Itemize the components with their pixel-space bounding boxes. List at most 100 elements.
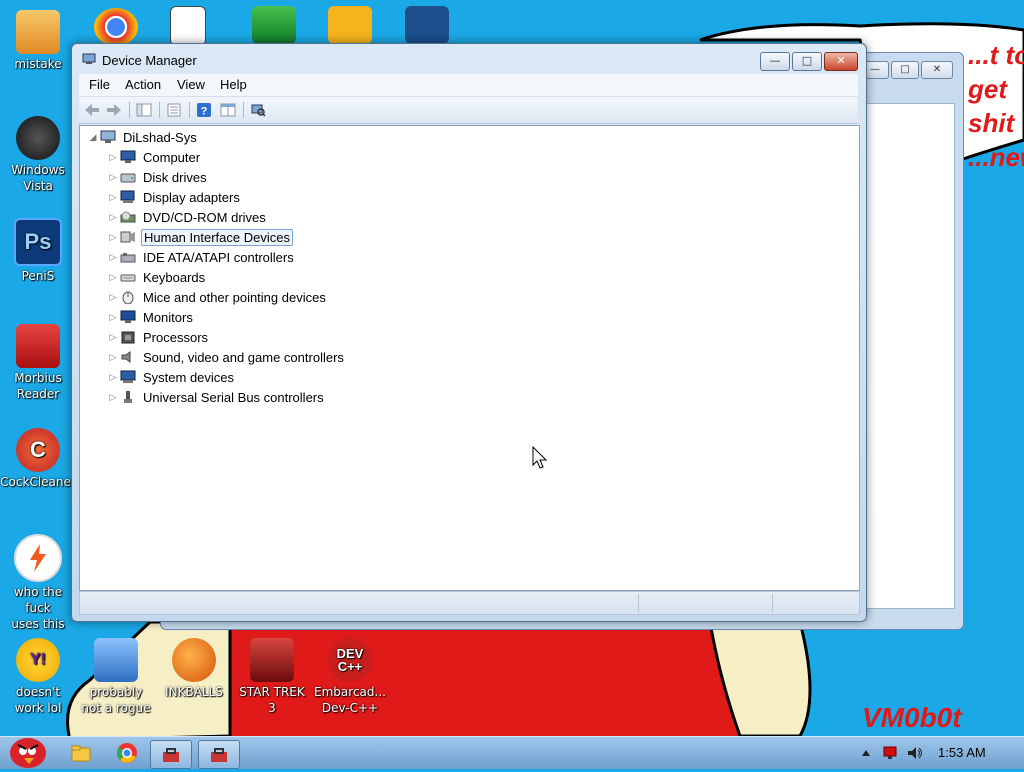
expand-arrow-icon[interactable]: ▷	[108, 272, 118, 283]
scan-hardware-icon[interactable]	[249, 101, 267, 119]
desktop-icon-label: Embarcad... Dev-C++	[314, 685, 386, 715]
expand-arrow-icon[interactable]: ▷	[108, 312, 118, 323]
tree-item[interactable]: ▷ IDE ATA/ATAPI controllers	[108, 248, 296, 266]
bg-maximize-button[interactable]: □	[891, 61, 919, 79]
expand-arrow-icon[interactable]: ▷	[108, 332, 118, 343]
bg-close-button[interactable]: ✕	[921, 61, 953, 79]
mouse-icon	[122, 291, 134, 304]
desktop-icon-probably-not-a-rogue[interactable]: probably not a rogue	[78, 638, 154, 716]
tree-item[interactable]: ▷ Keyboards	[108, 268, 207, 286]
tree-item-label: IDE ATA/ATAPI controllers	[143, 249, 294, 265]
volume-icon[interactable]	[906, 745, 924, 761]
desktop-icon-label: doesn't work lol	[14, 685, 62, 715]
toolbox-icon	[163, 747, 179, 762]
desktop-icon-morbius-reader[interactable]: Morbius Reader	[0, 324, 76, 402]
minimize-button[interactable]: —	[760, 52, 790, 71]
expand-arrow-icon[interactable]: ▷	[108, 352, 118, 363]
dev-cpp-icon: DEV C++	[328, 638, 372, 682]
taskbar-device-manager-1[interactable]	[150, 740, 192, 769]
desktop-icon-label: mistake	[14, 57, 62, 71]
forward-icon[interactable]	[105, 101, 123, 119]
cards-game-icon[interactable]	[170, 6, 206, 46]
desktop-icon-label: INKBALLS	[165, 685, 223, 699]
title-bar[interactable]: Device Manager — □ ✕	[72, 44, 866, 74]
tree-item[interactable]: ▷ Display adapters	[108, 188, 242, 206]
expand-arrow-icon[interactable]: ▷	[108, 152, 118, 163]
tree-item-label: Processors	[143, 329, 209, 345]
desktop-icon-dev-cpp[interactable]: DEV C++ Embarcad... Dev-C++	[312, 638, 388, 716]
device-tree[interactable]: ◢ DiLshad-Sys ▷ Computer ▷ Disk drives ▷ Disp…	[79, 125, 860, 591]
speech-line-2: ...new	[968, 142, 1024, 172]
expand-arrow-icon[interactable]: ▷	[108, 372, 118, 383]
taskbar-clock[interactable]: 1:53 AM	[938, 745, 986, 760]
windows-vista-icon	[16, 116, 60, 160]
chrome-taskbar-icon[interactable]	[116, 742, 138, 764]
help-icon[interactable]: ?	[195, 101, 213, 119]
tree-item-label: Sound, video and game controllers	[143, 349, 344, 365]
maximize-button[interactable]: □	[792, 52, 822, 71]
expand-arrow-icon[interactable]: ▷	[108, 232, 118, 243]
back-icon[interactable]	[83, 101, 101, 119]
tree-item[interactable]: ▷ Monitors	[108, 308, 195, 326]
tree-item[interactable]: ▷ Processors	[108, 328, 210, 346]
processor-icon	[121, 331, 135, 344]
network-icon[interactable]	[882, 745, 900, 761]
tree-item[interactable]: ▷ System devices	[108, 368, 236, 386]
sound-icon	[121, 351, 131, 363]
tree-item[interactable]: ▷ Universal Serial Bus controllers	[108, 388, 326, 406]
close-button[interactable]: ✕	[824, 52, 858, 71]
status-bar	[79, 591, 860, 615]
ide-controller-icon	[120, 253, 136, 263]
tree-item[interactable]: ▷ Computer	[108, 148, 202, 166]
display-adapter-icon	[120, 190, 135, 203]
desktop-icon-inkballs[interactable]: INKBALLS	[156, 638, 232, 700]
shield-icon[interactable]	[252, 6, 296, 44]
tree-root[interactable]: ◢ DiLshad-Sys	[88, 128, 199, 146]
explorer-icon[interactable]	[70, 742, 92, 764]
tree-item-label: Mice and other pointing devices	[143, 289, 326, 305]
keyboard-icon	[120, 274, 136, 282]
toolbar-separator	[189, 102, 190, 118]
menu-view[interactable]: View	[177, 77, 205, 92]
chrome-icon[interactable]	[94, 8, 138, 46]
expand-arrow-icon[interactable]: ▷	[108, 192, 118, 203]
tree-item[interactable]: ▷ Sound, video and game controllers	[108, 348, 346, 366]
speech-line-1: ...t to get shit	[968, 40, 1024, 138]
menu-action[interactable]: Action	[125, 77, 161, 92]
tree-item-label: Universal Serial Bus controllers	[143, 389, 324, 405]
properties-icon[interactable]	[165, 101, 183, 119]
tree-item[interactable]: ▷ DVD/CD-ROM drives	[108, 208, 268, 226]
device-manager-window[interactable]: Device Manager — □ ✕ File Action View He…	[71, 43, 867, 622]
start-button[interactable]	[4, 731, 50, 769]
collapse-arrow-icon[interactable]: ◢	[88, 132, 98, 143]
desktop-icon-windows-vista[interactable]: Windows Vista	[0, 116, 76, 194]
toolbar-separator	[243, 102, 244, 118]
view-icon[interactable]	[219, 101, 237, 119]
show-hide-tree-icon[interactable]	[135, 101, 153, 119]
bad-piggies-icon[interactable]	[328, 6, 372, 44]
tree-item[interactable]: ▷ Disk drives	[108, 168, 209, 186]
desktop-icon-penis[interactable]: Ps PeniS	[0, 218, 76, 284]
tree-item[interactable]: ▷ Human Interface Devices	[108, 228, 293, 246]
expand-arrow-icon[interactable]: ▷	[108, 172, 118, 183]
usb-icon	[124, 391, 132, 403]
rogue-app-icon	[94, 638, 138, 682]
winamp-icon[interactable]	[405, 6, 449, 44]
desktop-icon-mistake[interactable]: mistake	[0, 10, 76, 72]
desktop-icon-label: PeniS	[21, 269, 55, 283]
desktop-icon-cockcleaner[interactable]: C CockCleaner	[0, 428, 76, 490]
expand-arrow-icon[interactable]: ▷	[108, 212, 118, 223]
menu-file[interactable]: File	[89, 77, 110, 92]
menu-help[interactable]: Help	[220, 77, 247, 92]
desktop-icon-star-trek[interactable]: STAR TREK 3	[234, 638, 310, 716]
monitor-icon	[120, 310, 136, 323]
expand-arrow-icon[interactable]: ▷	[108, 292, 118, 303]
show-hidden-icons-icon[interactable]	[860, 745, 872, 761]
taskbar-device-manager-2[interactable]	[198, 740, 240, 769]
angry-bird-icon	[10, 738, 46, 768]
expand-arrow-icon[interactable]: ▷	[108, 392, 118, 403]
desktop-icon-yahoo[interactable]: Y! doesn't work lol	[0, 638, 76, 716]
expand-arrow-icon[interactable]: ▷	[108, 252, 118, 263]
desktop-icon-who-uses-this[interactable]: who the fuck uses this	[0, 534, 76, 632]
tree-item[interactable]: ▷ Mice and other pointing devices	[108, 288, 328, 306]
